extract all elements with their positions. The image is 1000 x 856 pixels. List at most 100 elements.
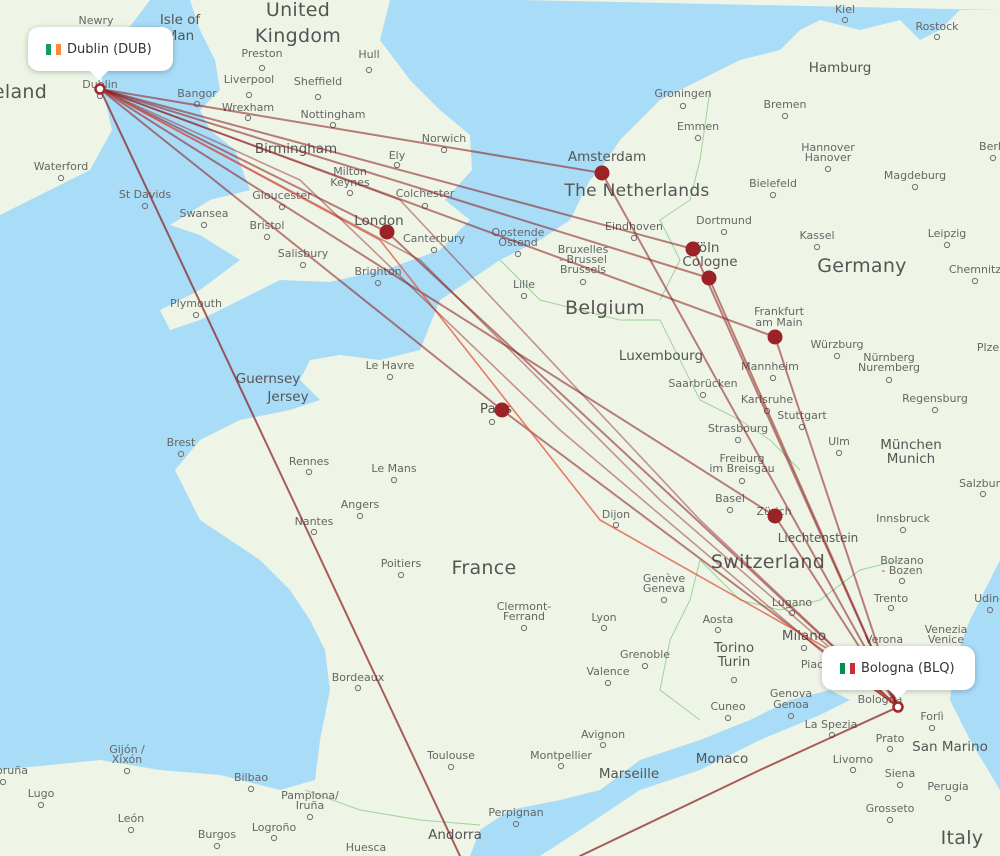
label-regensburg: Regensburg: [902, 392, 968, 405]
label-brussels: Brussels: [560, 263, 606, 276]
label-strasbourg: Strasbourg: [708, 422, 768, 435]
label-ireland: eland: [0, 81, 47, 103]
label-rostock: Rostock: [915, 20, 959, 33]
label-prato: Prato: [876, 732, 905, 745]
label-le-mans: Le Mans: [371, 462, 416, 475]
stopover-marker-london[interactable]: [379, 224, 395, 240]
label-valence: Valence: [586, 665, 629, 678]
city-dot: [512, 820, 520, 828]
label-belgium: Belgium: [565, 297, 645, 319]
label-burgos: Burgos: [198, 828, 237, 841]
label-xixon: Xixón: [112, 753, 142, 766]
label-leon: León: [118, 812, 144, 825]
label-sheffield: Sheffield: [294, 75, 342, 88]
label-udine: Udine: [974, 592, 1000, 605]
label-hull: Hull: [358, 48, 379, 61]
destination-popup[interactable]: Bologna (BLQ): [822, 646, 975, 699]
origin-label: Dublin (DUB): [67, 41, 152, 57]
destination-airport-marker[interactable]: [892, 701, 904, 713]
stopover-marker-amsterdam[interactable]: [594, 165, 610, 181]
italy-flag-icon: [840, 662, 855, 674]
label-salisbury: Salisbury: [278, 247, 329, 260]
label-lugo: Lugo: [28, 787, 55, 800]
stopover-marker-zurich[interactable]: [767, 508, 783, 524]
city-dot: [141, 202, 149, 210]
label-marseille: Marseille: [599, 766, 659, 782]
ireland-flag-icon: [46, 43, 61, 55]
label-montpellier: Montpellier: [530, 749, 592, 762]
label-italy: Italy: [941, 827, 984, 849]
label-logrono: Logroño: [252, 821, 297, 834]
stopover-marker-dusseldorf[interactable]: [701, 270, 717, 286]
label-st-davids: St Davids: [119, 188, 172, 201]
label-bozen: - Bozen: [881, 564, 922, 577]
label-ulm: Ulm: [828, 435, 850, 448]
label-netherlands: The Netherlands: [563, 181, 709, 201]
label-newry: Newry: [78, 14, 114, 27]
city-dot: [841, 16, 849, 24]
label-switzerland: Switzerland: [711, 551, 825, 573]
label-kassel: Kassel: [799, 229, 834, 242]
label-bangor: Bangor: [177, 87, 217, 100]
label-cologne: Cologne: [682, 254, 737, 270]
label-nuremberg: Nuremberg: [858, 361, 920, 374]
label-waterford: Waterford: [34, 160, 88, 173]
label-forli: Forlì: [920, 710, 943, 723]
label-hanover: Hanover: [805, 151, 852, 164]
label-poitiers: Poitiers: [381, 557, 422, 570]
land-great-britain: [160, 0, 472, 330]
label-isle-of: Isle of: [160, 12, 202, 28]
label-guernsey: Guernsey: [236, 371, 301, 387]
destination-label: Bologna (BLQ): [861, 660, 955, 676]
label-rennes: Rennes: [289, 455, 330, 468]
label-iruna: Iruña: [296, 799, 324, 812]
label-wrexham: Wrexham: [222, 101, 274, 114]
label-lyon: Lyon: [591, 611, 616, 624]
city-dot: [177, 450, 185, 458]
label-andorra: Andorra: [428, 827, 482, 843]
label-angers: Angers: [341, 498, 380, 511]
label-kingdom: Kingdom: [255, 25, 341, 47]
label-jersey: Jersey: [266, 389, 308, 405]
label-bremen: Bremen: [763, 98, 806, 111]
label-nottingham: Nottingham: [300, 108, 365, 121]
label-bielefeld: Bielefeld: [749, 177, 797, 190]
label-plymouth: Plymouth: [170, 297, 222, 310]
label-wurzburg: Würzburg: [810, 338, 863, 351]
label-perugia: Perugia: [927, 780, 968, 793]
label-bilbao: Bilbao: [234, 771, 268, 784]
label-venice: Venice: [928, 633, 965, 646]
label-swansea: Swansea: [180, 207, 229, 220]
label-avignon: Avignon: [581, 728, 625, 741]
label-ferrand: Ferrand: [503, 610, 545, 623]
label-huesca: Huesca: [346, 841, 387, 854]
label-le-havre: Le Havre: [366, 359, 415, 372]
label-aosta: Aosta: [703, 613, 734, 626]
city-dot: [374, 279, 382, 287]
label-piacenza: Piac: [801, 658, 823, 671]
stopover-marker-cologne[interactable]: [685, 241, 701, 257]
label-livorno: Livorno: [833, 753, 874, 766]
label-chemnitz: Chemnitz: [949, 263, 1000, 276]
origin-airport-marker[interactable]: [94, 83, 106, 95]
route-map[interactable]: eland United Kingdom The Netherlands Bel…: [0, 0, 1000, 856]
label-munich: Munich: [887, 451, 936, 467]
label-toulouse: Toulouse: [426, 749, 475, 762]
label-turin: Turin: [717, 654, 751, 670]
label-perpignan: Perpignan: [488, 806, 543, 819]
label-plzen: Plze: [977, 341, 999, 354]
label-brest: Brest: [167, 436, 196, 449]
label-preston: Preston: [241, 47, 282, 60]
label-hamburg: Hamburg: [809, 60, 872, 76]
label-dortmund: Dortmund: [696, 214, 752, 227]
stopover-marker-frankfurt[interactable]: [767, 329, 783, 345]
label-london: London: [354, 213, 404, 229]
label-liverpool: Liverpool: [224, 73, 274, 86]
label-cuneo: Cuneo: [710, 700, 745, 713]
label-lille: Lille: [513, 278, 535, 291]
label-genoa: Genoa: [773, 698, 809, 711]
origin-popup[interactable]: Dublin (DUB): [28, 27, 173, 80]
label-ely: Ely: [389, 149, 406, 162]
stopover-marker-paris[interactable]: [494, 402, 510, 418]
label-germany: Germany: [817, 255, 906, 277]
